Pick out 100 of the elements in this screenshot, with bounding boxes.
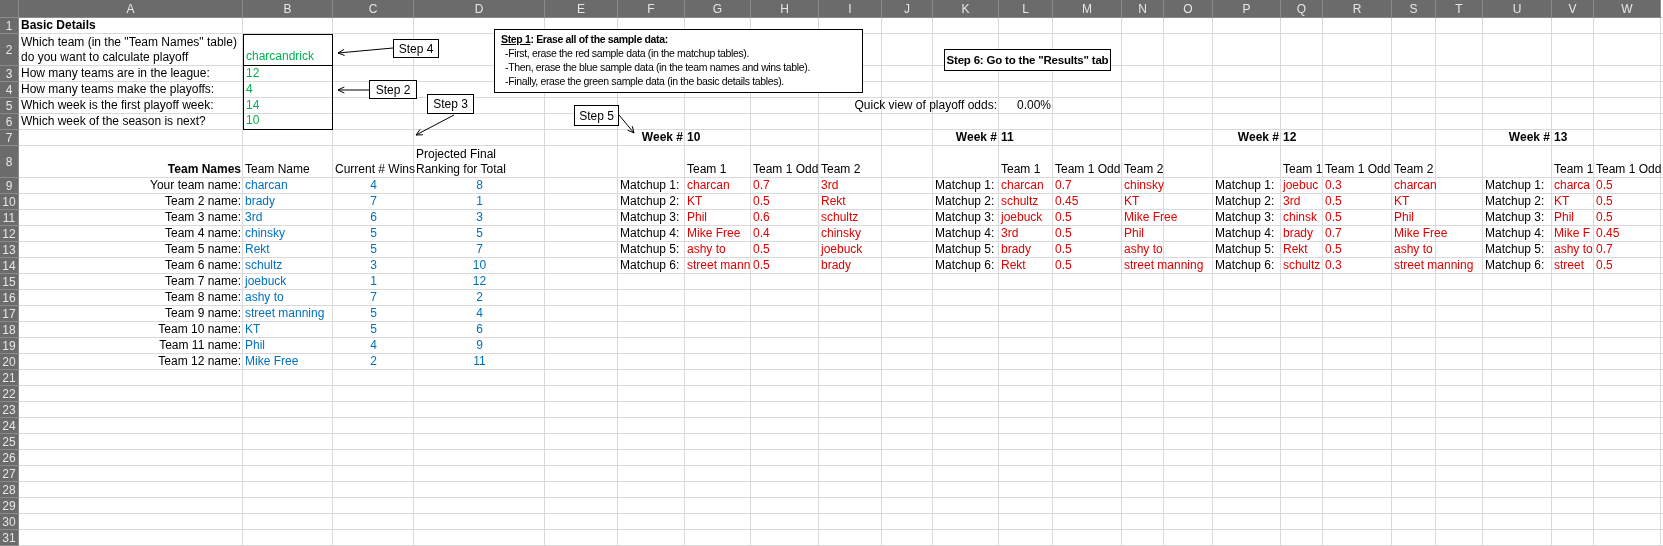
week-number: 12 [1282,130,1298,146]
row-header[interactable]: 19 [0,338,19,354]
matchup-label: Matchup 2: [1484,194,1546,210]
odds-value: 0.5 [1595,194,1614,210]
ranking-value: 12 [471,274,488,290]
column-header[interactable]: C [333,0,414,18]
team-label: Team 5 name: [163,242,242,258]
column-header[interactable]: J [882,0,933,18]
row-header[interactable]: 4 [0,82,19,98]
row-header[interactable]: 14 [0,258,19,274]
column-header[interactable]: T [1436,0,1483,18]
row-header[interactable]: 13 [0,242,19,258]
team-name: charcan [686,178,731,194]
column-heading: Team 2 [820,161,862,178]
column-header[interactable]: K [933,0,999,18]
column-header[interactable]: A [19,0,243,18]
row-header[interactable]: 24 [0,418,19,434]
odds-value: 0.5 [1595,210,1614,226]
step-callout: Step 3 [427,94,474,114]
column-header[interactable]: O [1164,0,1213,18]
row-header[interactable]: 16 [0,290,19,306]
team-name: street manning [244,306,326,322]
column-header[interactable]: I [819,0,882,18]
row-header[interactable]: 6 [0,114,19,130]
step-callout: Step 4 [393,39,439,58]
row-header[interactable]: 31 [0,530,19,546]
row-header[interactable]: 12 [0,226,19,242]
row-header[interactable]: 18 [0,322,19,338]
team-name: Rekt [244,242,271,258]
select-all-corner[interactable] [0,0,19,18]
row-header[interactable]: 26 [0,450,19,466]
odds-value: 0.5 [752,194,771,210]
team-name: brady [244,194,277,210]
column-header[interactable]: F [618,0,685,18]
wins-value: 5 [369,306,378,322]
leader-arrow [618,114,635,134]
row-header[interactable]: 9 [0,178,19,194]
team-name: schultz [1282,258,1322,274]
row-header[interactable]: 11 [0,210,19,226]
row-header[interactable]: 1 [0,18,19,34]
column-header[interactable]: P [1213,0,1281,18]
column-header[interactable]: B [243,0,333,18]
row-header[interactable]: 5 [0,98,19,114]
team-name: joebuck [819,242,864,258]
ranking-value: 1 [475,194,484,210]
row-header[interactable]: 7 [0,130,19,146]
row-header[interactable]: 25 [0,434,19,450]
team-name: Mike Free [1393,226,1449,242]
row-header[interactable]: 21 [0,370,19,386]
row-header[interactable]: 30 [0,514,19,530]
team-name: brady [820,258,853,274]
column-header[interactable]: W [1594,0,1661,18]
team-label: Team 10 name: [157,322,242,338]
column-header[interactable]: R [1323,0,1392,18]
wins-value: 1 [369,274,378,290]
team-name: ashy to [686,242,727,258]
team-label: Your team name: [149,178,242,194]
wins-value: 6 [369,210,378,226]
column-header[interactable]: E [545,0,618,18]
row-header[interactable]: 28 [0,482,19,498]
team-name: charcan [1393,178,1438,194]
team-name: 3rd [244,210,264,226]
column-header[interactable]: V [1552,0,1594,18]
column-header[interactable]: U [1483,0,1552,18]
column-header[interactable]: H [751,0,819,18]
column-header[interactable]: M [1053,0,1122,18]
ranking-value: 6 [475,322,484,338]
column-header[interactable]: D [414,0,545,18]
odds-value: 0.45 [1595,226,1621,242]
column-header[interactable]: Q [1281,0,1323,18]
row-header[interactable]: 2 [0,34,19,66]
team-name: street [1553,258,1585,274]
team-name: Mike Free [244,354,300,370]
row-header[interactable]: 29 [0,498,19,514]
row-header[interactable]: 17 [0,306,19,322]
odds-value: 0.5 [752,258,771,274]
ranking-value: 10 [471,258,488,274]
row-header[interactable]: 20 [0,354,19,370]
matchup-label: Matchup 4: [1484,226,1546,242]
leader-arrow [337,47,394,56]
team-label: Team 6 name: [163,258,242,274]
answer-value: 12 [243,66,333,82]
odds-value: 0.7 [752,178,771,194]
row-header[interactable]: 23 [0,402,19,418]
team-name: KT [244,322,262,338]
row-header[interactable]: 22 [0,386,19,402]
column-header[interactable]: L [999,0,1053,18]
team-name: Rekt [820,194,847,210]
column-header[interactable]: G [685,0,751,18]
column-header[interactable]: S [1392,0,1436,18]
row-header[interactable]: 8 [0,146,19,178]
column-header[interactable]: N [1122,0,1164,18]
answer-value: charcandrick [243,34,333,66]
team-name: KT [1123,194,1141,210]
row-header[interactable]: 3 [0,66,19,82]
row-header[interactable]: 10 [0,194,19,210]
team-name: schultz [244,258,284,274]
week-number: 10 [686,130,702,146]
row-header[interactable]: 27 [0,466,19,482]
row-header[interactable]: 15 [0,274,19,290]
